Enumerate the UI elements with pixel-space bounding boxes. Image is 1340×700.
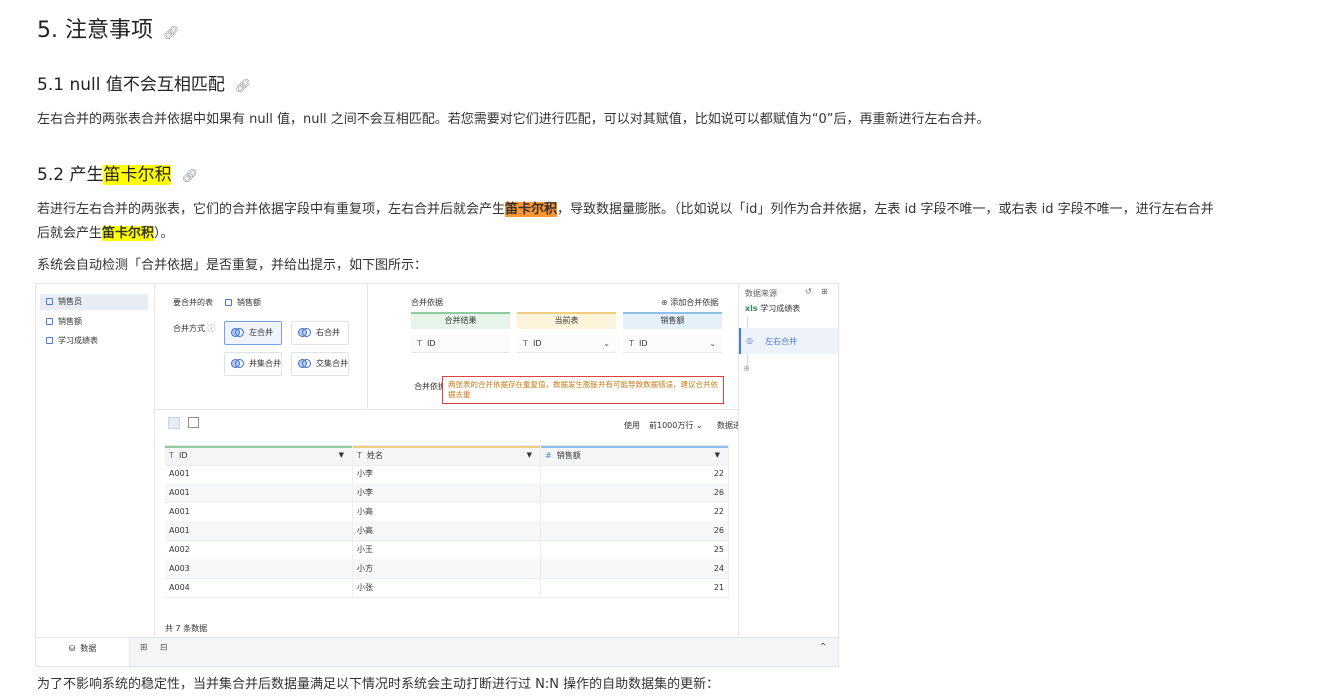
grid-head-sales[interactable]: # 销售额 ▼ [541,446,729,465]
current-field-select[interactable]: T ID ⌄ [517,335,616,353]
table-icon [46,318,53,325]
grid-head-name[interactable]: T 姓名 ▼ [353,446,541,465]
chevron-down-icon: ⌄ [603,339,610,348]
preview-toolbar: 使用 前1000万行 ⌄ 数据进行计算 [155,409,765,439]
step-left-merge[interactable]: ◎ 左右合并 [739,328,838,354]
field-view-icon[interactable] [188,417,199,428]
link-icon[interactable]: 🔗︎ [163,26,180,41]
add-link-icon: ⊕ [661,298,668,307]
detect-paragraph: 系统会自动检测「合并依据」是否重复，并给出提示，如下图所示： [37,258,428,273]
link-icon[interactable]: 🔗︎ [181,169,198,184]
merge-table-value[interactable]: 销售额 [225,297,261,308]
highlight-cartesian-orange: 笛卡尔积 [505,202,558,217]
col-head-sales: 销售额 [623,312,722,329]
merge-config-area: 要合并的表 销售额 合并方式 ⓘ 左合并 右合并 并集合并 交集合并 合并依据 … [155,284,765,637]
venn-icon [231,359,244,369]
merge-screenshot: 销售员 销售额 学习成绩表 ⋮ 要合并的表 销售额 合并方式 ⓘ 左合并 右合并… [35,283,839,667]
table-list-panel: 销售员 销售额 学习成绩表 ⋮ [36,284,160,637]
add-table-icon[interactable]: ⊞ [140,643,148,653]
excel-icon: xls [745,304,758,313]
table-row: A001 小李 26 [165,483,729,503]
row-limit-select[interactable]: 前1000万行 ⌄ [649,420,703,431]
footer-paragraph: 为了不影响系统的稳定性，当并集合并后数据量满足以下情况时系统会主动打断进行过 N… [37,677,720,692]
venn-icon [231,328,244,338]
grid-view-icon[interactable] [168,417,180,429]
table-icon [46,298,53,305]
link-icon[interactable]: 🔗︎ [235,79,252,94]
export-icon[interactable]: ⊟ [160,643,168,653]
data-tab[interactable]: ⛁ 数据 [36,638,130,666]
text-type-icon: T [523,339,528,348]
grid-head-id[interactable]: T ID ▼ [165,446,353,465]
merge-basis-label: 合并依据 [411,298,443,307]
venn-icon [298,359,311,369]
left-merge-button[interactable]: 左合并 [224,321,282,345]
table-row: A002 小王 25 [165,540,729,560]
cartesian-paragraph: 若进行左右合并的两张表，它们的合并依据字段中有重复项，左右合并后就会产生笛卡尔积… [37,202,1214,241]
result-field-select[interactable]: T ID [411,335,510,353]
table-row: A001 小高 22 [165,502,729,522]
chevron-down-icon: ⌄ [695,421,703,430]
collapse-panel-icon[interactable]: ⊞ [821,287,828,296]
table-icon [225,299,232,306]
merge-table-label: 要合并的表 [173,298,213,307]
table-icon [46,337,53,344]
section-title: 5. 注意事项 🔗︎ [37,18,180,43]
data-source-item[interactable]: xls 学习成绩表 [745,303,800,314]
text-type-icon: T [629,339,634,348]
bottom-bar: ⛁ 数据 ⊞ ⊟ ⌃ [36,637,838,666]
grid-header-row: T ID ▼ T 姓名 ▼ # 销售额 ▼ [165,445,729,466]
table-row: A003 小方 24 [165,559,729,579]
highlight-cartesian: 笛卡尔积 [103,165,172,185]
undo-icon[interactable]: ↺ [805,287,812,296]
venn-icon [298,328,311,338]
merge-step-icon: ◎ [746,336,753,345]
right-merge-button[interactable]: 右合并 [291,321,349,345]
intersect-merge-button[interactable]: 交集合并 [291,352,349,376]
data-source-panel: 数据来源 ↺ ⊞ xls 学习成绩表 ◎ 左右合并 ⊕ [738,284,838,637]
chevron-down-icon: ⌄ [709,339,716,348]
add-basis-button[interactable]: ⊕ 添加合并依据 [661,297,718,308]
table-row: A001 小高 26 [165,521,729,541]
table-row: A004 小张 21 [165,578,729,598]
table-row: A001 小李 22 [165,464,729,484]
add-step-icon[interactable]: ⊕ [743,364,750,373]
sales-field-select[interactable]: T ID ⌄ [623,335,722,353]
merge-mode-panel: 要合并的表 销售额 合并方式 ⓘ 左合并 右合并 并集合并 交集合并 [155,284,368,409]
use-label: 使用 [624,421,640,430]
null-paragraph: 左右合并的两张表合并依据中如果有 null 值，null 之间不会互相匹配。若您… [37,112,990,127]
subsection-title-cartesian: 5.2 产生笛卡尔积 🔗︎ [37,165,198,185]
highlight-cartesian-yellow: 笛卡尔积 [102,226,155,241]
text-type-icon: T [417,339,422,348]
merge-mode-label: 合并方式 ⓘ [173,324,216,333]
database-icon: ⛁ [68,644,76,653]
info-icon: ⓘ [207,324,216,333]
merge-config-panel: 要合并的表 销售额 合并方式 ⓘ 左合并 右合并 并集合并 交集合并 合并依据 … [155,284,738,410]
data-source-title: 数据来源 [745,289,777,298]
duplicate-warning: 两张表的合并依据存在重复值，数据发生膨胀并有可能导致数据错误，建议合并依据去重 [442,376,724,404]
table-item-sales-person[interactable]: 销售员 [40,294,148,310]
table-item-sales-amount[interactable]: 销售额 [40,314,148,330]
row-count: 共 7 条数据 [165,624,208,633]
collapse-up-icon[interactable]: ⌃ [819,642,827,653]
col-head-result: 合并结果 [411,312,510,329]
table-item-scores[interactable]: 学习成绩表 [40,333,148,349]
sort-down-icon: ▼ [526,451,532,459]
subsection-title-null: 5.1 null 值不会互相匹配 🔗︎ [37,75,252,95]
sort-down-icon: ▼ [714,451,720,459]
col-head-current: 当前表 [517,312,616,329]
union-merge-button[interactable]: 并集合并 [224,352,282,376]
sort-down-icon: ▼ [338,451,344,459]
